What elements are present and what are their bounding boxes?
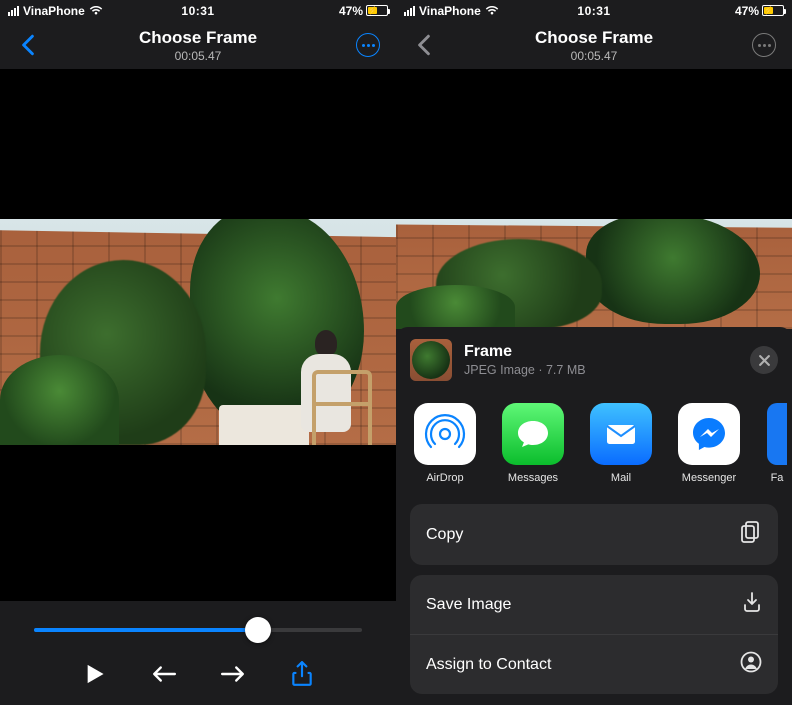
action-label: Copy [426, 526, 463, 544]
nav-bar: Choose Frame 00:05.47 [396, 21, 792, 69]
wifi-icon [89, 5, 103, 16]
frame-preview-image [0, 219, 396, 445]
messages-icon [502, 403, 564, 465]
action-copy[interactable]: Copy [410, 504, 778, 565]
battery-indicator: 47% ⚡ [735, 4, 784, 18]
share-item-thumbnail [410, 339, 452, 381]
share-sheet-header: Frame JPEG Image · 7.7 MB [396, 327, 792, 391]
action-label: Save Image [426, 596, 511, 614]
app-label: Messenger [682, 472, 736, 484]
status-time: 10:31 [181, 4, 214, 18]
carrier-label: VinaPhone [419, 4, 481, 18]
battery-icon: ⚡ [762, 5, 784, 16]
page-title: Choose Frame [535, 28, 653, 48]
back-button[interactable] [14, 34, 42, 56]
share-apps-row[interactable]: AirDrop Messages Mail [396, 391, 792, 490]
mail-icon [590, 403, 652, 465]
share-actions-primary: Copy [410, 504, 778, 565]
share-sheet-close-button[interactable] [750, 346, 778, 374]
battery-pct-label: 47% [735, 4, 759, 18]
app-label: Mail [611, 472, 631, 484]
status-bar: VinaPhone 10:31 47% ⚡ [396, 0, 792, 21]
battery-indicator: 47% ⚡ [339, 4, 388, 18]
share-sheet: Frame JPEG Image · 7.7 MB AirDrop [396, 327, 792, 705]
share-button[interactable] [285, 657, 319, 691]
share-item-title: Frame [464, 343, 738, 361]
back-button[interactable] [410, 34, 438, 56]
facebook-icon [767, 403, 787, 465]
more-button[interactable] [750, 33, 778, 57]
app-label: Messages [508, 472, 558, 484]
airdrop-icon [414, 403, 476, 465]
carrier-label: VinaPhone [23, 4, 85, 18]
battery-icon: ⚡ [366, 5, 388, 16]
action-save-image[interactable]: Save Image [410, 575, 778, 634]
frame-preview-image [396, 219, 792, 329]
playback-controls [0, 601, 396, 705]
battery-pct-label: 47% [339, 4, 363, 18]
scrubber-thumb-icon [245, 617, 271, 643]
more-button[interactable] [354, 33, 382, 57]
share-app-messages[interactable]: Messages [498, 403, 568, 484]
close-icon [758, 354, 771, 367]
wifi-icon [485, 5, 499, 16]
screen-choose-frame: VinaPhone 10:31 47% ⚡ Choose Frame 00:05… [0, 0, 396, 705]
cell-signal-icon [8, 6, 19, 16]
next-frame-button[interactable] [216, 657, 250, 691]
share-item-subtitle: JPEG Image · 7.7 MB [464, 363, 738, 377]
more-icon [752, 33, 776, 57]
status-time: 10:31 [577, 4, 610, 18]
app-label: Fa [771, 472, 784, 484]
video-letterbox-top [396, 69, 792, 219]
contact-icon [740, 651, 762, 678]
nav-bar: Choose Frame 00:05.47 [0, 21, 396, 69]
share-app-airdrop[interactable]: AirDrop [410, 403, 480, 484]
frame-timestamp: 00:05.47 [139, 49, 257, 63]
download-icon [742, 591, 762, 618]
page-title: Choose Frame [139, 28, 257, 48]
status-bar: VinaPhone 10:31 47% ⚡ [0, 0, 396, 21]
share-app-messenger[interactable]: Messenger [674, 403, 744, 484]
play-button[interactable] [78, 657, 112, 691]
app-label: AirDrop [426, 472, 463, 484]
messenger-icon [678, 403, 740, 465]
video-letterbox-bottom [0, 445, 396, 601]
video-letterbox-top [0, 69, 396, 219]
action-label: Assign to Contact [426, 656, 551, 674]
share-app-mail[interactable]: Mail [586, 403, 656, 484]
copy-icon [740, 520, 762, 549]
prev-frame-button[interactable] [147, 657, 181, 691]
more-icon [356, 33, 380, 57]
screen-share-sheet: VinaPhone 10:31 47% ⚡ Choose Frame 00:05… [396, 0, 792, 705]
cell-signal-icon [404, 6, 415, 16]
frame-timestamp: 00:05.47 [535, 49, 653, 63]
frame-scrubber[interactable] [20, 619, 376, 641]
share-app-facebook[interactable]: Fa [762, 403, 792, 484]
action-assign-contact[interactable]: Assign to Contact [410, 634, 778, 694]
share-actions-secondary: Save Image Assign to Contact [410, 575, 778, 694]
